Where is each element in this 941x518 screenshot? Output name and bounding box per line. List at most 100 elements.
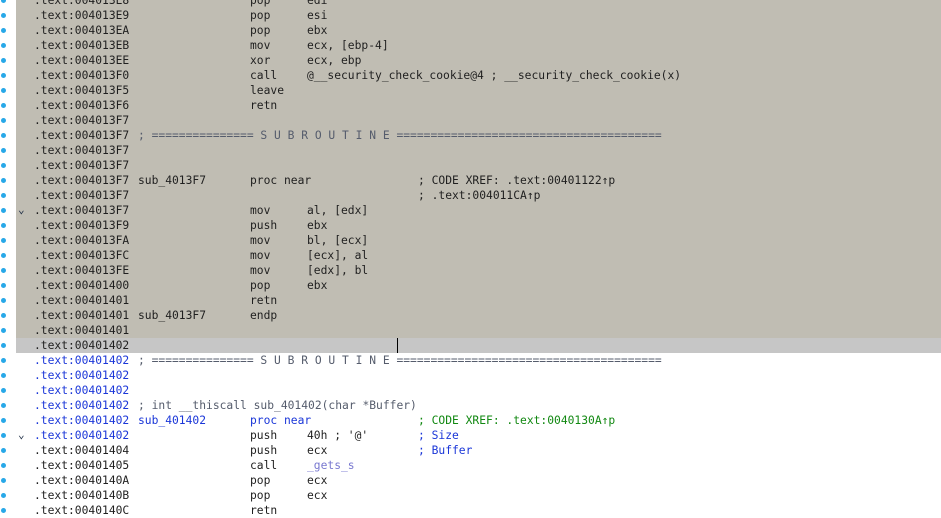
mnemonic: xor <box>250 54 271 67</box>
address: .text:00401402 <box>34 384 130 397</box>
line-marker-icon <box>1 448 6 453</box>
disasm-line[interactable]: .text:00401402 <box>0 368 941 383</box>
operands: _gets_s <box>307 459 355 472</box>
disasm-line[interactable]: .text:004013E9 pop esi <box>0 8 941 23</box>
label: sub_4013F7 <box>138 309 207 322</box>
line-marker-icon <box>1 298 6 303</box>
disasm-line[interactable]: .text:004013F7 sub_4013F7 proc near ; CODE … <box>0 173 941 188</box>
address: .text:0040140C <box>34 504 130 517</box>
address: .text:004013EB <box>34 39 130 52</box>
address: .text:00401402 <box>34 399 130 412</box>
disasm-line[interactable]: .text:004013F7 <box>0 113 941 128</box>
disasm-line[interactable]: ⌄ .text:00401402 push 40h ; '@' ; Size <box>0 428 941 443</box>
disasm-line[interactable]: .text:004013FE mov [edx], bl <box>0 263 941 278</box>
address: .text:0040140A <box>34 474 130 487</box>
mnemonic: mov <box>250 264 271 277</box>
disasm-line[interactable]: .text:00401402 ; =============== S U B R … <box>0 353 941 368</box>
disasm-line[interactable]: .text:00401402 <box>0 383 941 398</box>
gutter <box>0 383 16 398</box>
gutter <box>0 473 16 488</box>
disasm-line[interactable]: .text:004013F6 retn <box>0 98 941 113</box>
operands: edi <box>307 0 328 7</box>
disasm-line[interactable]: .text:004013E8 pop edi <box>0 0 941 8</box>
address: .text:004013F7 <box>34 204 130 217</box>
disasm-line[interactable]: .text:004013F7 ; .text:004011CA↑p <box>0 188 941 203</box>
disasm-line[interactable]: .text:004013F0 call @__security_check_cook… <box>0 68 941 83</box>
address: .text:004013FA <box>34 234 130 247</box>
mnemonic: pop <box>250 9 271 22</box>
gutter <box>0 143 16 158</box>
disasm-line[interactable]: .text:004013F5 leave <box>0 83 941 98</box>
disassembly-view[interactable]: .text:004013E8 pop edi .text:004013E9 pop esi… <box>0 0 941 518</box>
disasm-line[interactable]: .text:00401400 pop ebx <box>0 278 941 293</box>
mnemonic: push <box>250 444 278 457</box>
address: .text:00401400 <box>34 279 130 292</box>
gutter <box>0 0 16 8</box>
collapse-chevron-icon[interactable]: ⌄ <box>18 202 28 217</box>
gutter <box>0 443 16 458</box>
disasm-line[interactable]: .text:00401401 sub_4013F7 endp <box>0 308 941 323</box>
mnemonic: pop <box>250 0 271 7</box>
disasm-line[interactable]: .text:00401402 <box>0 338 941 353</box>
gutter <box>0 428 16 443</box>
mnemonic: retn <box>250 99 278 112</box>
line-marker-icon <box>1 193 6 198</box>
disasm-line[interactable]: .text:004013F7 ; =============== S U B R … <box>0 128 941 143</box>
line-marker-icon <box>1 358 6 363</box>
mnemonic: mov <box>250 39 271 52</box>
mnemonic: proc near <box>250 174 312 187</box>
gutter <box>0 368 16 383</box>
gutter <box>0 38 16 53</box>
operands: esi <box>307 9 328 22</box>
disasm-line[interactable]: .text:00401401 retn <box>0 293 941 308</box>
disasm-line[interactable]: .text:00401402 ; int __thiscall sub_40140… <box>0 398 941 413</box>
address: .text:004013F7 <box>34 114 130 127</box>
disasm-line[interactable]: .text:00401401 <box>0 323 941 338</box>
address: .text:004013F7 <box>34 144 130 157</box>
line-marker-icon <box>1 88 6 93</box>
address: .text:00401402 <box>34 339 130 352</box>
address: .text:004013F0 <box>34 69 130 82</box>
gutter <box>0 413 16 428</box>
gutter <box>0 278 16 293</box>
line-marker-icon <box>1 58 6 63</box>
disasm-line[interactable]: .text:004013FA mov bl, [ecx] <box>0 233 941 248</box>
mnemonic: proc near <box>250 414 312 427</box>
disasm-line[interactable]: .text:004013EA pop ebx <box>0 23 941 38</box>
line-marker-icon <box>1 388 6 393</box>
label: sub_4013F7 <box>138 174 207 187</box>
disasm-line[interactable]: .text:004013FC mov [ecx], al <box>0 248 941 263</box>
disasm-line[interactable]: .text:004013F9 push ebx <box>0 218 941 233</box>
mnemonic: mov <box>250 234 271 247</box>
mnemonic: mov <box>250 249 271 262</box>
disasm-line[interactable]: .text:00401405 call _gets_s <box>0 458 941 473</box>
collapse-chevron-icon[interactable]: ⌄ <box>18 427 28 442</box>
line-marker-icon <box>1 328 6 333</box>
line-marker-icon <box>1 208 6 213</box>
disasm-line[interactable]: .text:00401402 sub_401402 proc near ; CODE … <box>0 413 941 428</box>
address: .text:004013F7 <box>34 189 130 202</box>
disasm-line[interactable]: .text:0040140C retn <box>0 503 941 518</box>
gutter <box>0 323 16 338</box>
comment-line: ; int __thiscall sub_401402(char *Buffer… <box>138 399 417 412</box>
disasm-line[interactable]: .text:00401404 push ecx ; Buffer <box>0 443 941 458</box>
gutter <box>0 353 16 368</box>
disasm-line[interactable]: .text:004013EB mov ecx, [ebp-4] <box>0 38 941 53</box>
line-marker-icon <box>1 493 6 498</box>
disasm-line[interactable]: .text:0040140A pop ecx <box>0 473 941 488</box>
operands: ecx <box>307 474 328 487</box>
operands: bl, [ecx] <box>307 234 369 247</box>
address: .text:00401401 <box>34 324 130 337</box>
disasm-line[interactable]: .text:004013F7 <box>0 158 941 173</box>
gutter <box>0 113 16 128</box>
disasm-line[interactable]: ⌄ .text:004013F7 mov al, [edx] <box>0 203 941 218</box>
disasm-line[interactable]: .text:004013EE xor ecx, ebp <box>0 53 941 68</box>
gutter <box>0 158 16 173</box>
address: .text:004013F7 <box>34 159 130 172</box>
mnemonic: push <box>250 219 278 232</box>
line-marker-icon <box>1 238 6 243</box>
address: .text:004013F9 <box>34 219 130 232</box>
disasm-line[interactable]: .text:0040140B pop ecx <box>0 488 941 503</box>
disasm-line[interactable]: .text:004013F7 <box>0 143 941 158</box>
operands: 40h ; '@' <box>307 429 369 442</box>
